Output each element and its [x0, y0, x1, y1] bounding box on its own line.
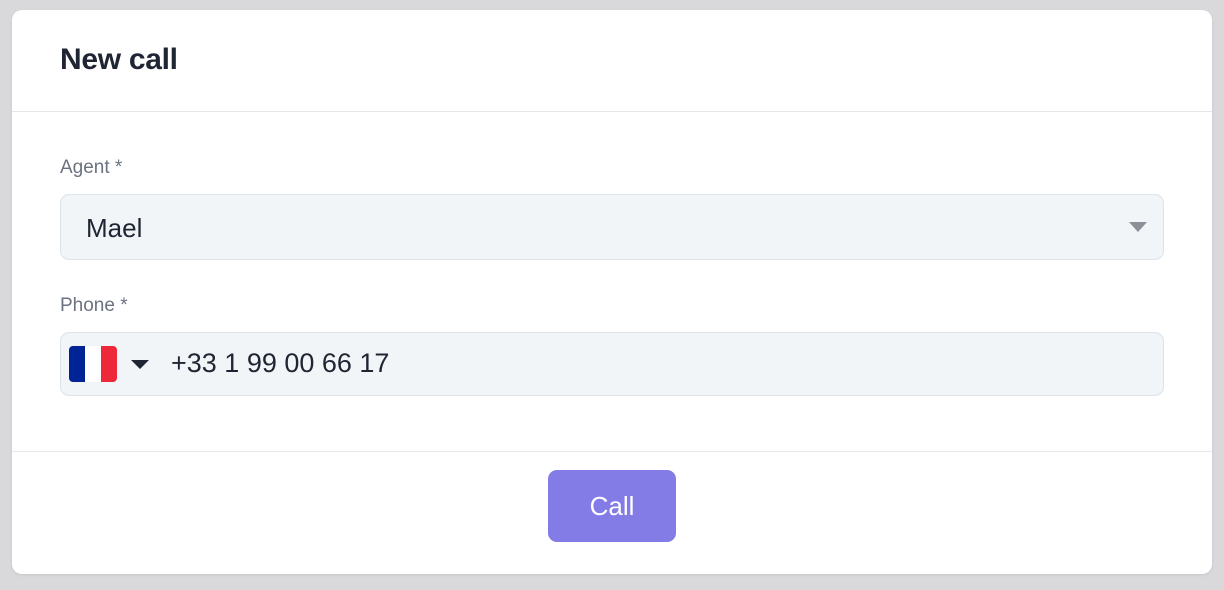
chevron-down-icon: [1129, 222, 1147, 232]
caret-down-icon: [131, 360, 149, 369]
phone-input[interactable]: [171, 343, 1131, 383]
call-button[interactable]: Call: [548, 470, 676, 542]
agent-select[interactable]: Mael: [60, 194, 1164, 260]
flag-stripe-white: [85, 346, 101, 382]
agent-label: Agent *: [60, 157, 123, 178]
flag-stripe-blue: [69, 346, 85, 382]
new-call-modal: New call Agent * Mael Phone * Call: [12, 10, 1212, 574]
agent-select-value: Mael: [86, 213, 143, 243]
flag-stripe-red: [101, 346, 117, 382]
phone-label: Phone *: [60, 295, 128, 316]
modal-header: New call: [12, 10, 1212, 112]
france-flag-icon: [69, 346, 117, 382]
phone-field: [60, 332, 1164, 396]
modal-title: New call: [60, 43, 178, 76]
modal-body: Agent * Mael Phone *: [12, 112, 1212, 452]
country-code-dropdown[interactable]: [69, 346, 157, 382]
